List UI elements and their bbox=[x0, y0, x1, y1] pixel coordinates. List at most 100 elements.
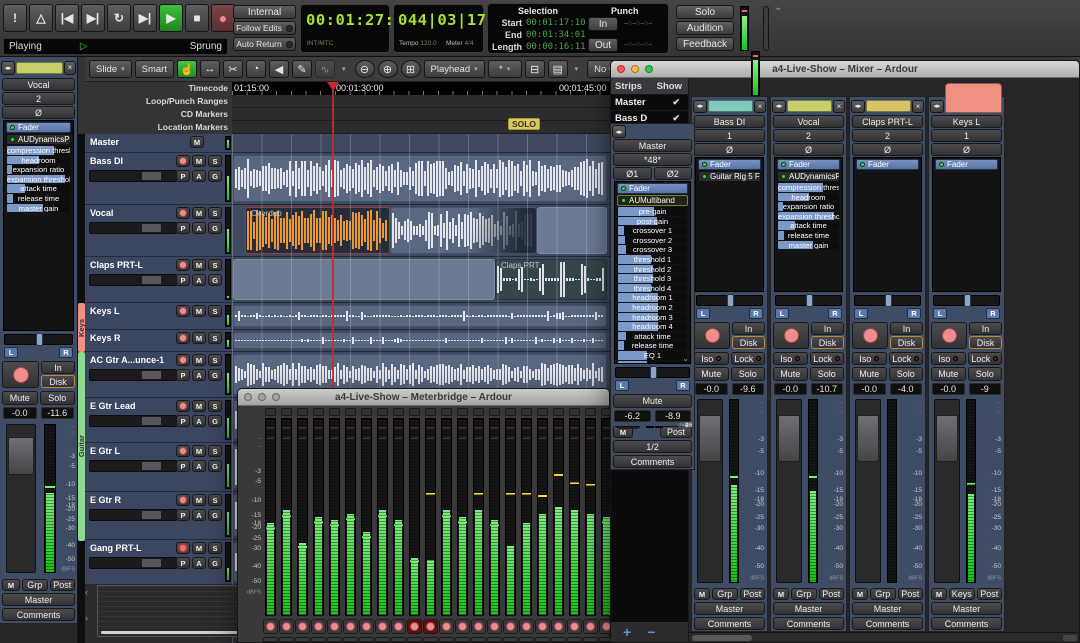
processor-led[interactable] bbox=[702, 174, 707, 179]
track-lane[interactable] bbox=[232, 134, 610, 153]
grab-tool-button[interactable]: ☝ bbox=[176, 60, 197, 78]
plugin-control[interactable]: EQ 1 bbox=[618, 350, 687, 360]
meter-peak-button[interactable] bbox=[393, 408, 404, 416]
record-button[interactable]: ● bbox=[211, 4, 235, 32]
track-solo-button[interactable]: S bbox=[208, 259, 222, 271]
record-enable-button[interactable] bbox=[327, 619, 342, 634]
strip-gain-display[interactable]: -0.0 bbox=[853, 383, 886, 395]
track-solo-button[interactable]: S bbox=[208, 332, 222, 344]
track-lane[interactable] bbox=[232, 153, 610, 205]
record-enable-button[interactable] bbox=[567, 619, 582, 634]
strip-record-button[interactable] bbox=[931, 322, 967, 349]
strip-solo-button[interactable]: Solo bbox=[39, 391, 75, 405]
track-mute-button[interactable]: M bbox=[192, 259, 206, 271]
track-mute-button[interactable]: M bbox=[192, 445, 206, 457]
strip-pan-slider[interactable] bbox=[696, 294, 763, 307]
strip-record-button[interactable] bbox=[773, 322, 809, 349]
mute-button[interactable] bbox=[551, 637, 566, 642]
processor-led[interactable] bbox=[860, 162, 865, 167]
plugin-control[interactable]: expansion ratio bbox=[7, 165, 70, 174]
record-enable-button[interactable] bbox=[487, 619, 502, 634]
strip-lock-button[interactable]: Lock bbox=[730, 352, 765, 365]
mixer-titlebar[interactable]: a4-Live-Show – Mixer – Ardour bbox=[611, 61, 1079, 78]
loop-button[interactable]: ↻ bbox=[107, 4, 131, 32]
audio-region[interactable] bbox=[233, 155, 607, 202]
strip-iso-button[interactable]: Iso bbox=[694, 352, 729, 365]
follow-edits-button[interactable]: Follow Edits bbox=[233, 21, 296, 35]
summary-scroll-left[interactable]: ‹ bbox=[85, 587, 96, 611]
fader-processor[interactable]: Fader bbox=[6, 122, 71, 133]
fader-processor[interactable]: Fader bbox=[777, 159, 840, 170]
strip-solo-button[interactable]: Solo bbox=[809, 367, 844, 381]
strip-output-button[interactable]: Master bbox=[2, 593, 75, 606]
secondary-clock[interactable]: 044|03|1732 Tempo 120.0 Meter 4/4 bbox=[393, 4, 506, 53]
solo-active-badge[interactable]: SOLO bbox=[508, 118, 540, 130]
mute-button[interactable] bbox=[439, 637, 454, 642]
master-rate-button[interactable]: *48* bbox=[613, 153, 692, 166]
audio-region[interactable]: Overdub bbox=[245, 207, 390, 254]
strip-comments-button[interactable]: Comments bbox=[2, 608, 75, 621]
strip-close-button[interactable]: × bbox=[833, 99, 845, 113]
meter-peak-button[interactable] bbox=[569, 408, 580, 416]
processor-led[interactable] bbox=[939, 162, 944, 167]
strip-gain-display[interactable]: -0.0 bbox=[3, 407, 37, 419]
track-record-button[interactable] bbox=[176, 155, 190, 167]
track-p-button[interactable]: P bbox=[176, 222, 190, 234]
strip-mute-button[interactable]: Mute bbox=[773, 367, 808, 381]
add-group-button[interactable]: + bbox=[623, 624, 631, 640]
strip-iso-button[interactable]: Iso bbox=[931, 352, 966, 365]
strip-color-swatch[interactable] bbox=[866, 100, 911, 112]
strip-meter-point-button[interactable]: Post bbox=[49, 579, 75, 591]
strip-narrow-button[interactable]: ◂▸ bbox=[612, 125, 626, 138]
plugin-control[interactable]: crossover 3 bbox=[618, 245, 687, 254]
mute-button[interactable] bbox=[359, 637, 374, 642]
mute-button[interactable] bbox=[295, 637, 310, 642]
strip-peak-display[interactable]: -11.6 bbox=[40, 407, 74, 419]
strip-iso-button[interactable]: Iso bbox=[852, 352, 887, 365]
strip-comments-button[interactable]: Comments bbox=[694, 617, 765, 630]
strip-color-swatch[interactable] bbox=[945, 83, 1002, 113]
sync-source-button[interactable]: Internal bbox=[233, 5, 296, 19]
solo-button[interactable]: Solo bbox=[676, 5, 734, 19]
master-comments-button[interactable]: Comments bbox=[613, 455, 692, 468]
mute-button[interactable] bbox=[391, 637, 406, 642]
strip-input-button[interactable]: In bbox=[811, 322, 844, 335]
strip-number-button[interactable]: 2 bbox=[773, 129, 844, 142]
group-tab-keys[interactable]: Keys bbox=[77, 303, 86, 352]
pan-right-button[interactable]: R bbox=[907, 308, 921, 319]
record-enable-button[interactable] bbox=[519, 619, 534, 634]
plugin-control[interactable]: expansion ratio bbox=[778, 202, 839, 211]
audio-region[interactable] bbox=[390, 207, 537, 254]
stretch-tool-button[interactable]: ◔ bbox=[245, 60, 266, 78]
track-g-button[interactable]: G bbox=[208, 460, 222, 472]
strip-name-button[interactable]: Keys L bbox=[931, 115, 1002, 128]
processor-scroll-chevron[interactable]: ⌄ bbox=[682, 354, 689, 363]
meter-display[interactable]: Meter 4/4 bbox=[446, 40, 473, 47]
track-p-button[interactable]: P bbox=[176, 460, 190, 472]
track-header[interactable]: AC Gtr A...unce-1 M S P A G bbox=[85, 352, 232, 398]
strip-gain-fader[interactable] bbox=[697, 399, 723, 583]
pan-left-button[interactable]: L bbox=[4, 347, 18, 358]
track-gain-slider[interactable] bbox=[89, 222, 177, 234]
track-header[interactable]: Gang PRT-L M S P A G bbox=[85, 540, 232, 585]
plugin-control[interactable]: crossover 2 bbox=[618, 235, 687, 245]
zoom-in-button[interactable]: ⊕ bbox=[377, 60, 398, 78]
ruler-label-cd-markers[interactable]: CD Markers bbox=[181, 108, 228, 121]
track-record-button[interactable] bbox=[176, 445, 190, 457]
track-mute-button[interactable]: M bbox=[192, 305, 206, 317]
track-mute-button[interactable]: M bbox=[192, 207, 206, 219]
plugin-control[interactable]: pre-gain bbox=[618, 207, 687, 216]
track-mute-button[interactable]: M bbox=[192, 155, 206, 167]
strip-solo-button[interactable]: Solo bbox=[967, 367, 1002, 381]
strip-gain-fader[interactable] bbox=[855, 399, 881, 583]
master-output-button[interactable]: 1/2 bbox=[613, 440, 692, 453]
strip-gain-display[interactable]: -0.0 bbox=[774, 383, 807, 395]
track-a-button[interactable]: A bbox=[192, 415, 206, 427]
strip-output-button[interactable]: Master bbox=[694, 602, 765, 615]
meter-peak-button[interactable] bbox=[521, 408, 532, 416]
audio-region[interactable] bbox=[233, 259, 495, 300]
track-solo-button[interactable]: S bbox=[208, 305, 222, 317]
audio-region[interactable] bbox=[233, 332, 607, 349]
strip-narrow-button[interactable]: ◂▸ bbox=[851, 99, 865, 113]
plugin-control[interactable]: attack time bbox=[778, 221, 839, 230]
